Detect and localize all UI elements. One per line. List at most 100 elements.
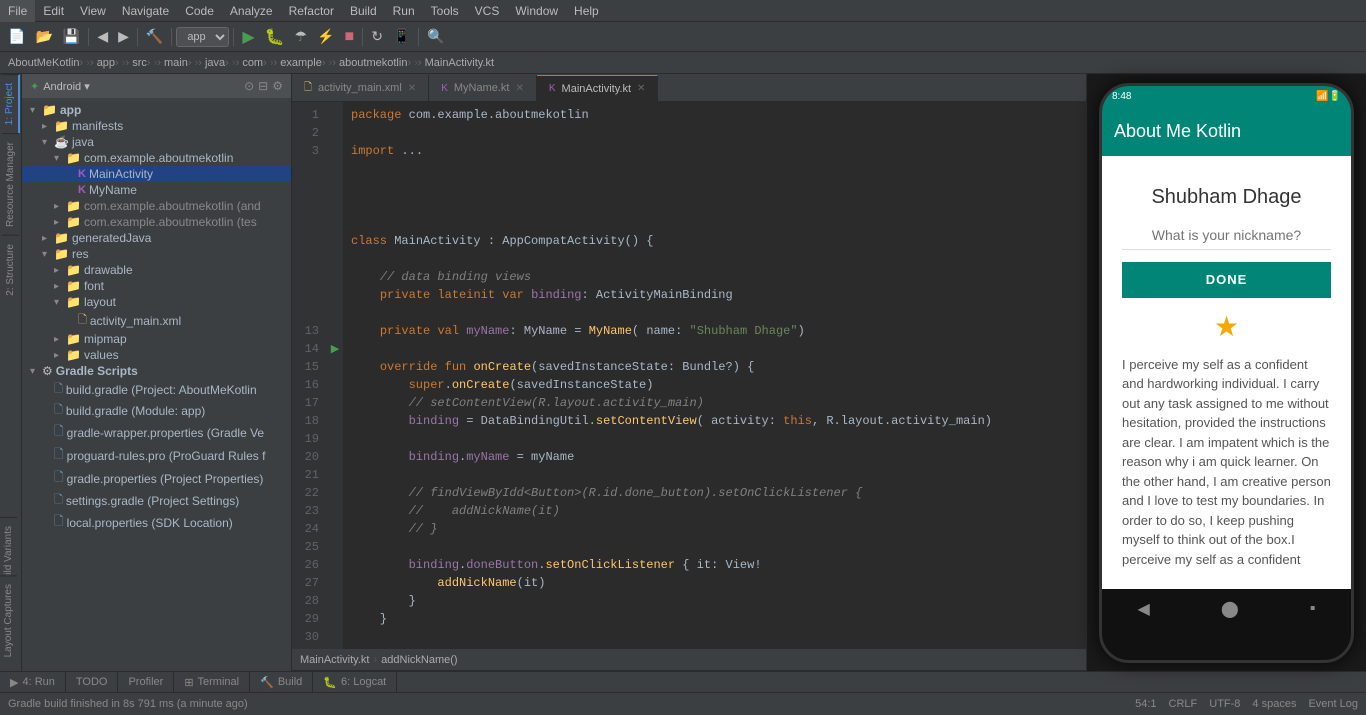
tree-item-java[interactable]: ▾ ☕ java bbox=[22, 134, 291, 150]
tab-myname[interactable]: K MyName.kt ✕ bbox=[429, 75, 537, 101]
tree-item-com-example-and[interactable]: ▸ 📁 com.example.aboutmekotlin (and bbox=[22, 198, 291, 214]
new-file-button[interactable]: 📄 bbox=[4, 26, 29, 47]
tab-close-mainactivity[interactable]: ✕ bbox=[637, 83, 645, 94]
breadcrumb-part-1[interactable]: app bbox=[90, 57, 115, 69]
tree-item-drawable[interactable]: ▸ 📁 drawable bbox=[22, 262, 291, 278]
file-tree: ▾ 📁 app ▸ 📁 manifests ▾ ☕ java bbox=[22, 98, 291, 671]
menu-window[interactable]: Window bbox=[507, 0, 566, 22]
tree-item-font[interactable]: ▸ 📁 font bbox=[22, 278, 291, 294]
tab-close-myname[interactable]: ✕ bbox=[515, 83, 523, 94]
bottom-tab-profiler[interactable]: Profiler bbox=[118, 671, 174, 693]
tree-item-settings-gradle[interactable]: 🗋 settings.gradle (Project Settings) bbox=[22, 490, 291, 511]
bottom-tab-todo[interactable]: TODO bbox=[66, 671, 119, 693]
status-crlf[interactable]: CRLF bbox=[1169, 698, 1198, 710]
save-button[interactable]: 💾 bbox=[59, 26, 84, 47]
menu-run[interactable]: Run bbox=[385, 0, 423, 22]
status-indent[interactable]: 4 spaces bbox=[1252, 698, 1296, 710]
back-button[interactable]: ◀ bbox=[93, 26, 112, 47]
profile-button[interactable]: ⚡ bbox=[313, 26, 338, 47]
bottom-tab-run[interactable]: ▶ 4: Run bbox=[0, 671, 66, 693]
debug-button[interactable]: 🐛 bbox=[261, 25, 289, 49]
phone-status-icons: 📶🔋 bbox=[1316, 91, 1341, 102]
tree-item-activity-main-xml[interactable]: 🗋 activity_main.xml bbox=[22, 310, 291, 331]
phone-recents-nav[interactable]: ▪ bbox=[1310, 600, 1316, 618]
tree-item-mipmap[interactable]: ▸ 📁 mipmap bbox=[22, 331, 291, 347]
tree-item-mainactivity[interactable]: K MainActivity bbox=[22, 166, 291, 182]
run-config-dropdown[interactable]: app bbox=[176, 27, 229, 47]
sidebar-label-project[interactable]: 1: Project bbox=[1, 74, 20, 133]
collapse-all-icon[interactable]: ⊟ bbox=[258, 79, 268, 93]
menu-vcs[interactable]: VCS bbox=[467, 0, 508, 22]
status-charset[interactable]: UTF-8 bbox=[1209, 698, 1240, 710]
breadcrumb-part-4[interactable]: java bbox=[198, 57, 225, 69]
menu-file[interactable]: File bbox=[0, 0, 35, 22]
code-content[interactable]: package com.example.aboutmekotlin import… bbox=[343, 102, 1086, 649]
tab-mainactivity[interactable]: K MainActivity.kt ✕ bbox=[537, 75, 659, 101]
breadcrumb-part-5[interactable]: com bbox=[236, 57, 264, 69]
tree-item-com-example[interactable]: ▾ 📁 com.example.aboutmekotlin bbox=[22, 150, 291, 166]
phone-done-button[interactable]: DONE bbox=[1122, 262, 1331, 298]
breadcrumb-part-3[interactable]: main bbox=[157, 57, 188, 69]
open-button[interactable]: 📂 bbox=[31, 26, 56, 47]
menu-code[interactable]: Code bbox=[177, 0, 222, 22]
sidebar-label-captures[interactable]: Layout Captures bbox=[0, 575, 17, 665]
forward-button[interactable]: ▶ bbox=[114, 26, 133, 47]
tree-item-proguard[interactable]: 🗋 proguard-rules.pro (ProGuard Rules f bbox=[22, 444, 291, 467]
menu-edit[interactable]: Edit bbox=[35, 0, 72, 22]
menu-refactor[interactable]: Refactor bbox=[281, 0, 342, 22]
code-editor: 1 2 3 13 14 15 16 17 18 19 20 21 22 23 2… bbox=[292, 102, 1086, 649]
tree-item-values[interactable]: ▸ 📁 values bbox=[22, 347, 291, 363]
sidebar-label-structure[interactable]: 2: Structure bbox=[2, 235, 19, 304]
tree-item-local-props[interactable]: 🗋 local.properties (SDK Location) bbox=[22, 511, 291, 534]
avd-button[interactable]: 📱 bbox=[389, 26, 414, 47]
sync-button[interactable]: ↻ bbox=[367, 26, 387, 47]
run-button[interactable]: ▶ bbox=[238, 25, 258, 49]
breadcrumb-part-2[interactable]: src bbox=[125, 57, 146, 69]
menu-help[interactable]: Help bbox=[566, 0, 607, 22]
build-button[interactable]: 🔨 bbox=[142, 26, 167, 47]
menu-analyze[interactable]: Analyze bbox=[222, 0, 281, 22]
bottom-tab-build[interactable]: 🔨 Build bbox=[250, 671, 313, 693]
stop-button[interactable]: ■ bbox=[341, 26, 359, 48]
tree-item-myname[interactable]: K MyName bbox=[22, 182, 291, 198]
coverage-button[interactable]: ☂ bbox=[291, 26, 312, 47]
phone-back-nav[interactable]: ◀ bbox=[1138, 599, 1150, 619]
tree-item-app[interactable]: ▾ 📁 app bbox=[22, 102, 291, 118]
phone-nickname-input[interactable] bbox=[1122, 221, 1331, 250]
menu-navigate[interactable]: Navigate bbox=[114, 0, 177, 22]
status-position[interactable]: 54:1 bbox=[1135, 698, 1156, 710]
locate-file-icon[interactable]: ⊙ bbox=[244, 79, 254, 93]
event-log-button[interactable]: Event Log bbox=[1308, 698, 1358, 710]
tree-item-manifests[interactable]: ▸ 📁 manifests bbox=[22, 118, 291, 134]
tree-item-com-example-tes[interactable]: ▸ 📁 com.example.aboutmekotlin (tes bbox=[22, 214, 291, 230]
tree-item-generatedjava[interactable]: ▸ 📁 generatedJava bbox=[22, 230, 291, 246]
breadcrumb-part-7[interactable]: aboutmekotlin bbox=[332, 57, 407, 69]
phone-home-nav[interactable]: ⬤ bbox=[1221, 599, 1239, 619]
editor-breadcrumb-method[interactable]: addNickName() bbox=[381, 654, 457, 666]
bottom-tab-terminal[interactable]: ⊞ Terminal bbox=[174, 671, 250, 693]
tree-item-gradle-props[interactable]: 🗋 gradle.properties (Project Properties) bbox=[22, 467, 291, 490]
menu-tools[interactable]: Tools bbox=[423, 0, 467, 22]
editor-breadcrumb-class[interactable]: MainActivity.kt bbox=[300, 654, 369, 666]
settings-icon[interactable]: ⚙ bbox=[272, 79, 283, 93]
tab-activity-main[interactable]: 🗋 activity_main.xml ✕ bbox=[292, 75, 429, 101]
menu-build[interactable]: Build bbox=[342, 0, 385, 22]
bottom-tab-logcat[interactable]: 🐛 6: Logcat bbox=[313, 671, 397, 693]
build-icon: 🔨 bbox=[260, 676, 274, 689]
tab-close-activity-main[interactable]: ✕ bbox=[408, 83, 416, 94]
tree-item-layout[interactable]: ▾ 📁 layout bbox=[22, 294, 291, 310]
android-dropdown[interactable]: Android ▾ bbox=[43, 80, 90, 93]
breadcrumb-part-6[interactable]: example bbox=[274, 57, 322, 69]
sidebar-label-resource[interactable]: Resource Manager bbox=[2, 133, 19, 235]
tree-item-build-gradle-proj[interactable]: 🗋 build.gradle (Project: AboutMeKotlin bbox=[22, 379, 291, 400]
toolbar: 📄 📂 💾 ◀ ▶ 🔨 app ▶ 🐛 ☂ ⚡ ■ ↻ 📱 🔍 bbox=[0, 22, 1366, 52]
tree-item-build-gradle-app[interactable]: 🗋 build.gradle (Module: app) bbox=[22, 400, 291, 421]
tree-item-gradle-scripts[interactable]: ▾ ⚙ Gradle Scripts bbox=[22, 363, 291, 379]
tree-item-gradle-wrapper[interactable]: 🗋 gradle-wrapper.properties (Gradle Ve bbox=[22, 421, 291, 444]
breadcrumb-part-8[interactable]: MainActivity.kt bbox=[418, 57, 494, 69]
tree-item-res[interactable]: ▾ 📁 res bbox=[22, 246, 291, 262]
breadcrumb-part-0[interactable]: AboutMeKotlin bbox=[8, 57, 80, 69]
run-icon: ▶ bbox=[10, 676, 18, 689]
menu-view[interactable]: View bbox=[72, 0, 114, 22]
search-everywhere-button[interactable]: 🔍 bbox=[423, 26, 448, 47]
